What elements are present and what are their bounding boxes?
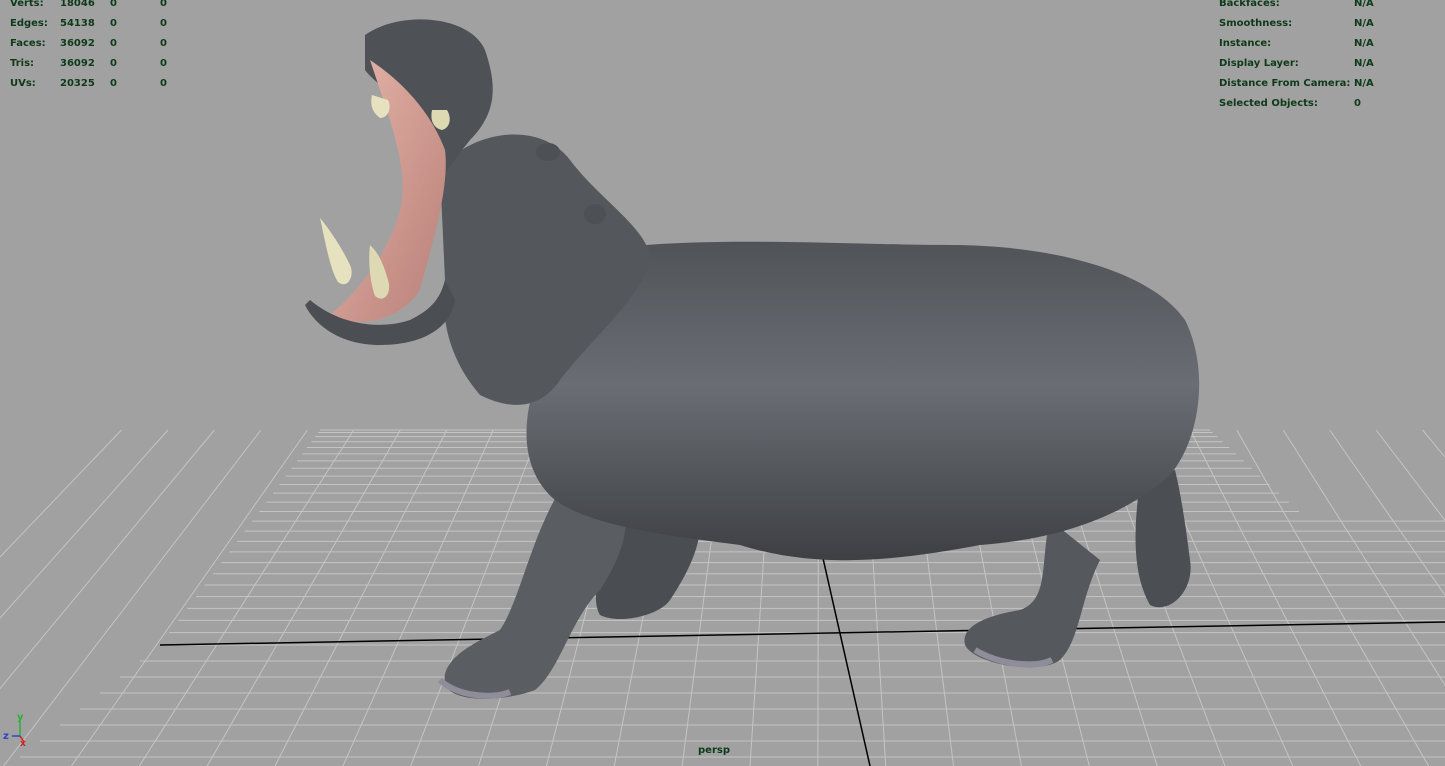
camera-name-label: persp	[698, 745, 730, 756]
stat-row: UVs: 20325 0 0	[10, 74, 180, 94]
stat-label: Tris:	[10, 58, 35, 69]
z-axis-label: z	[3, 731, 9, 742]
grid-line	[138, 429, 355, 766]
info-row: Instance: N/A	[1219, 34, 1419, 54]
stat-v2: 0	[110, 18, 117, 29]
grid-line	[1422, 429, 1445, 458]
hippo-tusk-lower-left	[320, 218, 352, 285]
stat-row: Edges: 54138 0 0	[10, 14, 180, 34]
grid-axis-z	[819, 544, 871, 766]
grid-line	[1329, 429, 1445, 597]
stat-v1: 20325	[60, 78, 95, 89]
stat-v3: 0	[160, 18, 167, 29]
info-value: N/A	[1354, 78, 1374, 89]
hippo-eye	[536, 143, 560, 161]
stat-v2: 0	[110, 0, 117, 9]
stat-v2: 0	[110, 78, 117, 89]
stat-v3: 0	[160, 0, 167, 9]
stat-label: Verts:	[10, 0, 44, 9]
stat-v3: 0	[160, 38, 167, 49]
object-info-hud: Backfaces: N/A Smoothness: N/A Instance: N/A D…	[1219, 0, 1419, 114]
stat-v1: 54138	[60, 18, 95, 29]
stat-v2: 0	[110, 58, 117, 69]
hippo-ear	[584, 204, 606, 224]
grid-line	[342, 429, 494, 766]
info-row: Display Layer: N/A	[1219, 54, 1419, 74]
info-label: Smoothness:	[1219, 18, 1293, 29]
stat-row: Tris: 36092 0 0	[10, 54, 180, 74]
info-value: N/A	[1354, 38, 1374, 49]
info-label: Display Layer:	[1219, 58, 1299, 69]
grid-line	[3, 429, 262, 766]
info-row: Distance From Camera: N/A	[1219, 74, 1419, 94]
info-value: N/A	[1354, 0, 1374, 9]
grid-line	[1236, 429, 1430, 766]
view-axis-indicator: y z x	[3, 712, 26, 749]
info-value: N/A	[1354, 58, 1374, 69]
grid-line	[1375, 429, 1445, 522]
info-label: Selected Objects:	[1219, 98, 1318, 109]
grid-line	[206, 429, 401, 766]
stat-v1: 36092	[60, 58, 95, 69]
info-value: N/A	[1354, 18, 1374, 29]
perspective-viewport[interactable]: Verts: 18046 0 0 Edges: 54138 0 0 Faces: 36092 0 0 T…	[0, 0, 1445, 766]
stat-row: Faces: 36092 0 0	[10, 34, 180, 54]
stat-v1: 18046	[60, 0, 95, 9]
stat-label: Faces:	[10, 38, 46, 49]
grid-line	[1189, 429, 1362, 766]
stat-v1: 36092	[60, 38, 95, 49]
grid-line	[274, 429, 448, 766]
scene-canvas[interactable]	[0, 0, 1445, 766]
grid-line	[1282, 429, 1445, 686]
info-label: Distance From Camera:	[1219, 78, 1351, 89]
stat-v2: 0	[110, 38, 117, 49]
stat-label: Edges:	[10, 18, 48, 29]
info-row: Selected Objects: 0	[1219, 94, 1419, 114]
info-label: Backfaces:	[1219, 0, 1280, 9]
stat-v3: 0	[160, 78, 167, 89]
grid-line	[71, 429, 308, 766]
info-row: Backfaces: N/A	[1219, 0, 1419, 14]
info-row: Smoothness: N/A	[1219, 14, 1419, 34]
info-value: 0	[1354, 98, 1361, 109]
info-label: Instance:	[1219, 38, 1272, 49]
stat-row: Verts: 18046 0 0	[10, 0, 180, 14]
grid-axis-x	[159, 621, 1445, 646]
stat-v3: 0	[160, 58, 167, 69]
y-axis-label: y	[17, 712, 24, 723]
x-axis-label: x	[20, 739, 26, 749]
poly-count-hud: Verts: 18046 0 0 Edges: 54138 0 0 Faces: 36092 0 0 T…	[10, 0, 180, 94]
stat-label: UVs:	[10, 78, 36, 89]
